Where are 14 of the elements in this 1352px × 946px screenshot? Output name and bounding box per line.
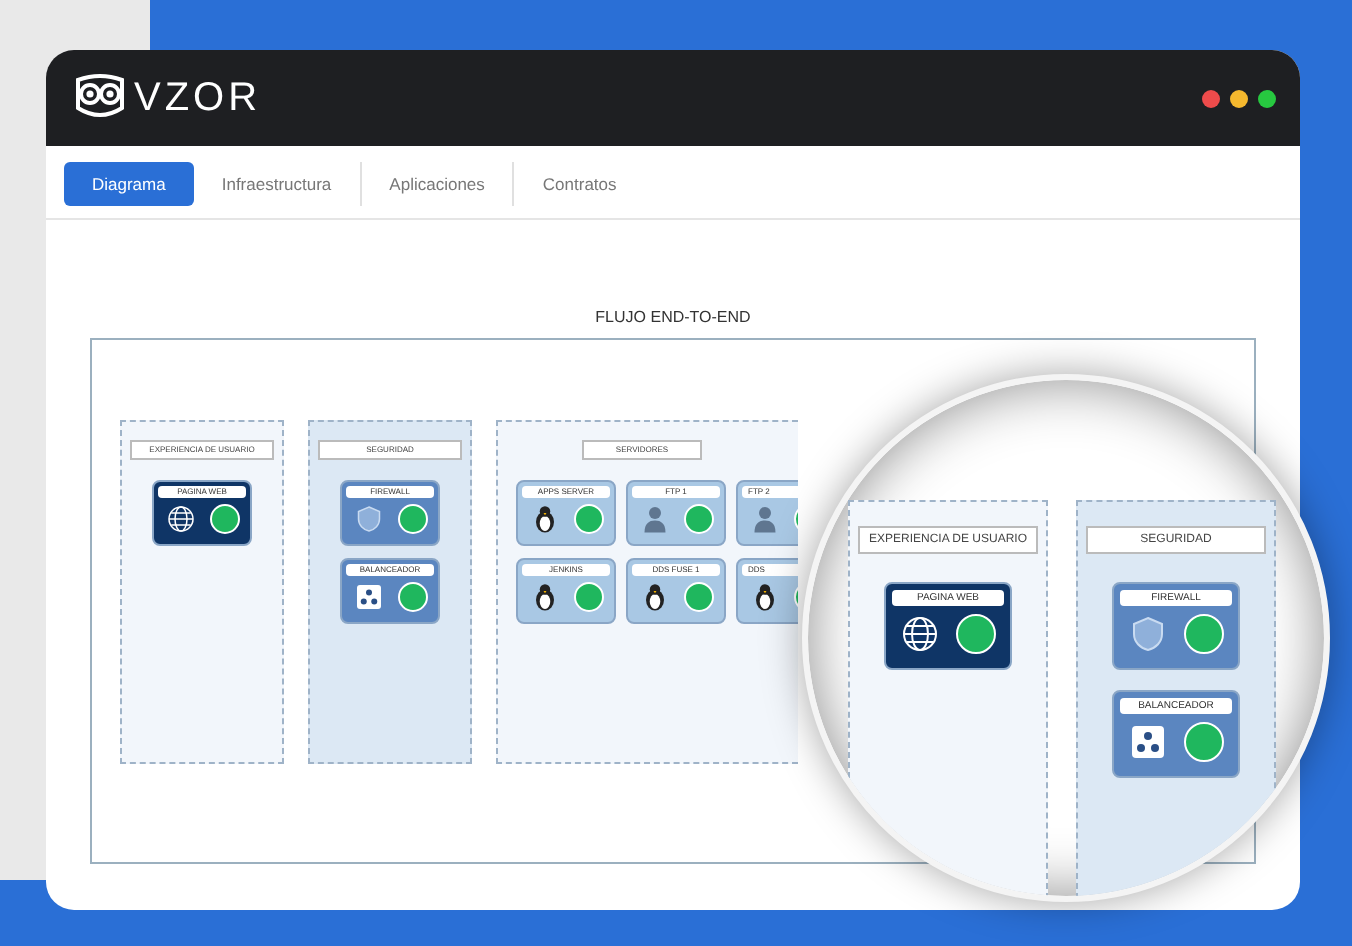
person-icon <box>639 504 669 534</box>
shield-icon <box>1128 614 1168 654</box>
tab[interactable]: Contratos <box>514 162 645 206</box>
tab[interactable]: Infraestructura <box>193 162 360 206</box>
globe-icon <box>165 504 195 534</box>
globe-icon <box>900 614 940 654</box>
tab[interactable]: Aplicaciones <box>361 162 513 206</box>
person-icon <box>749 504 779 534</box>
app-logo-text: VZOR <box>134 74 262 124</box>
shield-icon <box>353 504 383 534</box>
network-icon <box>353 582 383 612</box>
tab[interactable]: Diagrama <box>64 162 194 206</box>
network-icon <box>1128 722 1168 762</box>
diagram-title: FLUJO END-TO-END <box>595 306 751 330</box>
